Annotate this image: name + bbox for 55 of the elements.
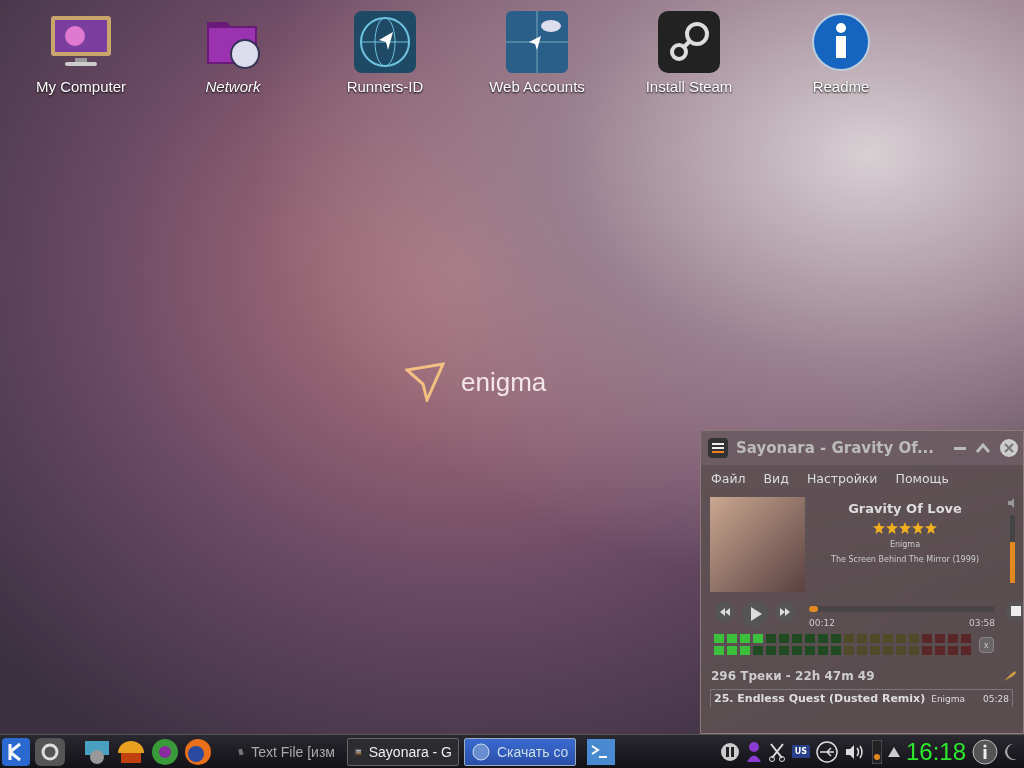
menu-item[interactable]: Вид xyxy=(763,470,789,486)
broom-icon[interactable] xyxy=(1003,670,1017,682)
artist-name: Enigma xyxy=(889,540,921,549)
icon-label[interactable]: Web Accounts xyxy=(489,78,585,95)
next-button[interactable] xyxy=(773,600,797,624)
maximize-button[interactable] xyxy=(975,441,991,455)
icon-label[interactable]: Runners-ID xyxy=(346,78,424,95)
logo-text: enigma xyxy=(461,366,547,398)
task-button[interactable]: Скачать со xyxy=(464,737,576,766)
progress-slider[interactable] xyxy=(809,606,995,612)
close-icon xyxy=(999,438,1019,458)
user-icon[interactable] xyxy=(745,740,762,763)
arrowhead-logo-icon xyxy=(405,362,445,402)
star-icon xyxy=(912,522,924,534)
menu-item[interactable]: Файл xyxy=(711,470,746,486)
stop-button[interactable] xyxy=(1005,600,1023,622)
total-time: 03:58 xyxy=(969,618,995,628)
album-name: The Screen Behind The Mirror (1999) xyxy=(831,555,979,564)
info-icon[interactable] xyxy=(972,738,998,765)
keyboard-layout[interactable]: US xyxy=(791,745,810,758)
volume-slider[interactable] xyxy=(1009,515,1015,583)
star-icon xyxy=(925,522,937,534)
expand-arrow-icon[interactable] xyxy=(887,746,900,757)
usb-icon[interactable] xyxy=(815,740,838,763)
rating-stars[interactable] xyxy=(873,522,937,534)
moon-icon[interactable] xyxy=(1004,741,1018,762)
elapsed-time: 00:12 xyxy=(809,618,835,628)
browser-icon[interactable] xyxy=(151,737,179,766)
scissors-icon[interactable] xyxy=(767,741,786,762)
star-icon xyxy=(886,522,898,534)
previous-button[interactable] xyxy=(713,600,737,624)
kde-menu-button[interactable] xyxy=(2,737,30,766)
task-button[interactable]: Text File [изм xyxy=(230,737,342,766)
clear-button[interactable]: x xyxy=(979,636,994,653)
track-title: Gravity Of Love xyxy=(848,501,962,516)
menu-item[interactable]: Помощь xyxy=(895,470,949,486)
gear-icon[interactable] xyxy=(35,737,65,766)
close-button[interactable] xyxy=(999,438,1019,458)
list-icon xyxy=(708,438,728,458)
social-grid-icon xyxy=(505,10,569,74)
clock[interactable]: 16:18 xyxy=(905,737,966,766)
media-player-icon[interactable] xyxy=(871,739,882,764)
caret-icon xyxy=(975,441,991,455)
icon-label[interactable]: Network xyxy=(205,78,261,95)
star-icon xyxy=(873,522,885,534)
playlist-summary: 296 Треки - 22h 47m 49 xyxy=(711,669,875,683)
window-title: Sayonara - Gravity Of... xyxy=(736,439,935,457)
info-icon xyxy=(811,12,871,72)
star-icon xyxy=(899,522,911,534)
pause-icon[interactable] xyxy=(719,741,740,762)
play-button[interactable] xyxy=(741,600,769,628)
task-button[interactable]: Sayonara - G xyxy=(347,737,459,766)
icon-label[interactable]: My Computer xyxy=(36,78,126,95)
terminal-icon[interactable] xyxy=(587,738,615,765)
menu-item[interactable]: Настройки xyxy=(806,470,878,486)
